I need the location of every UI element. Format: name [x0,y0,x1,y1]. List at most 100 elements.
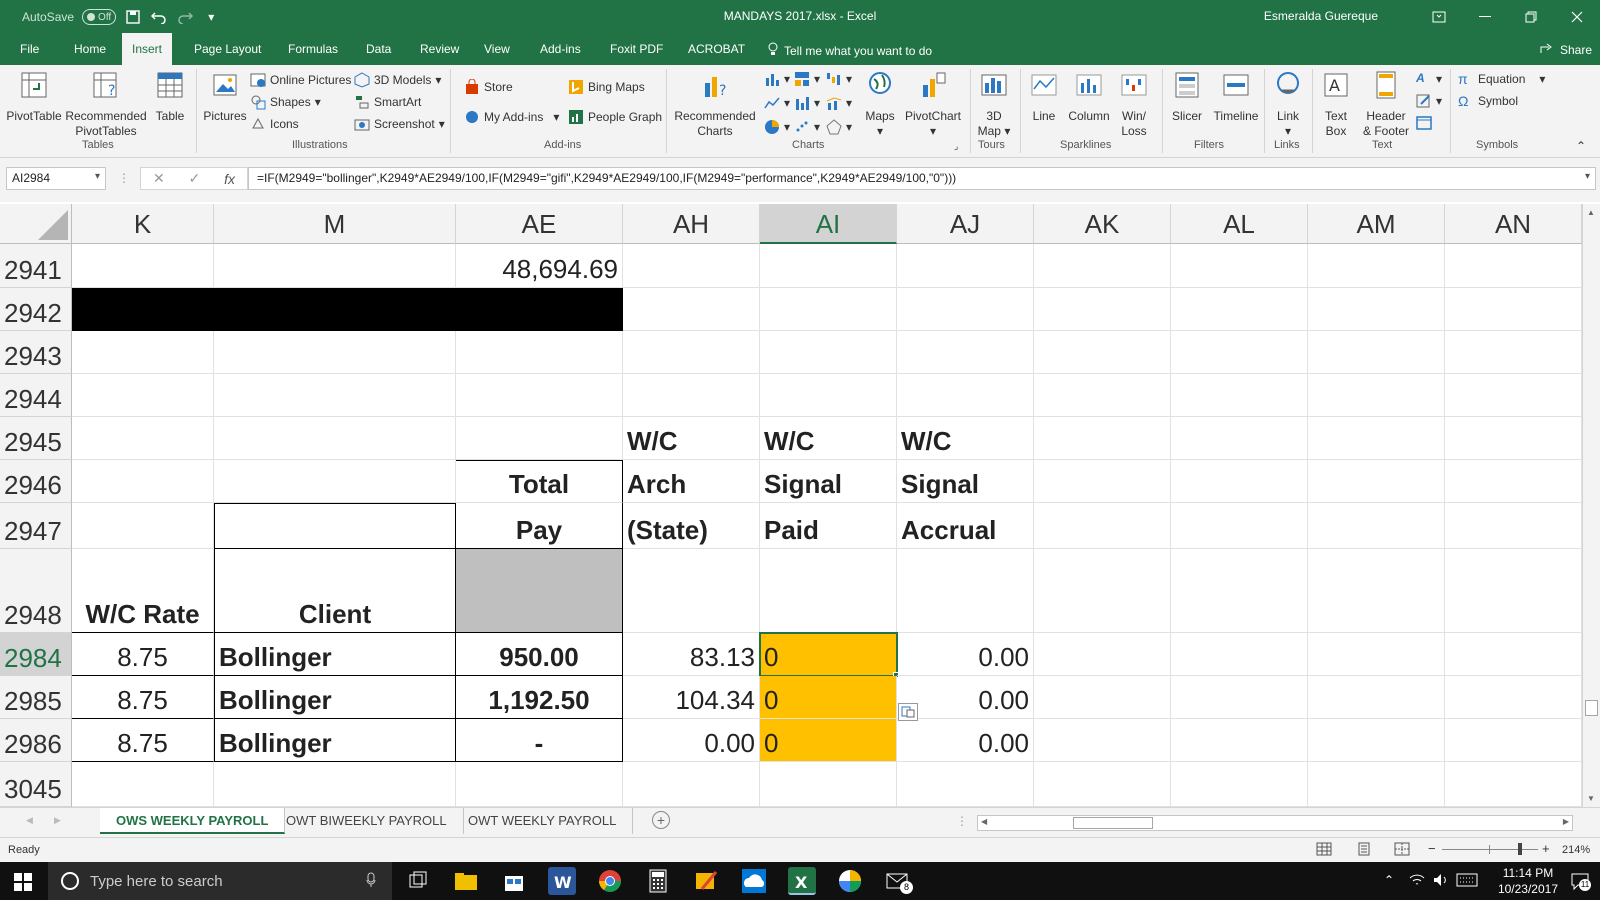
grid-cell[interactable] [1034,549,1171,633]
close-icon[interactable] [1554,0,1600,33]
chrome-icon[interactable] [596,867,624,895]
maps-button[interactable]: Maps ▾ [860,69,900,139]
grid-cell[interactable] [1034,762,1171,807]
sheet-tab-owt-weekly-payroll[interactable]: OWT WEEKLY PAYROLL [452,808,634,834]
store-button[interactable]: Store [464,78,513,95]
pivottable-button[interactable]: PivotTable [6,69,62,124]
grid-cell[interactable] [623,331,760,374]
grid-cell[interactable] [1308,676,1445,719]
cell-k2984[interactable]: 8.75 [72,633,214,676]
scroll-left-icon[interactable]: ◀ [981,817,987,826]
tab-data[interactable]: Data [356,33,401,65]
pivotchart-button[interactable]: PivotChart ▾ [902,69,964,139]
grid-cell[interactable] [897,331,1034,374]
column-header-al[interactable]: AL [1171,204,1308,244]
recommended-pivottables-button[interactable]: ? Recommended PivotTables [64,69,148,139]
grid-cell[interactable] [214,244,456,288]
grid-cell[interactable] [1034,288,1171,331]
cell-ah2947[interactable]: (State) [623,503,760,549]
row-header[interactable]: 2947 [0,503,72,549]
windows-start-icon[interactable] [14,873,32,894]
cell-ae2986[interactable]: - [456,719,623,762]
grid-cell[interactable] [456,331,623,374]
grid-cell[interactable] [1034,719,1171,762]
grid-cell[interactable] [1308,288,1445,331]
cell-ae2984[interactable]: 950.00 [456,633,623,676]
system-clock[interactable]: 11:14 PM 10/23/2017 [1498,865,1558,897]
grid-cell[interactable] [1308,549,1445,633]
grid-cell[interactable] [1034,331,1171,374]
cell-aj2986[interactable]: 0.00 [897,719,1034,762]
cell-m2948[interactable]: Client [214,549,456,633]
grid-cell[interactable] [456,374,623,417]
cell-ai2946[interactable]: Signal [760,460,897,503]
tab-file[interactable]: File [10,33,49,65]
onedrive-icon[interactable] [740,867,768,895]
cell-k2985[interactable]: 8.75 [72,676,214,719]
file-explorer-icon[interactable] [452,867,480,895]
grid-cell[interactable] [1308,762,1445,807]
grid-cell[interactable] [1445,503,1582,549]
grid-cell[interactable] [1171,374,1308,417]
grid-cell[interactable] [897,374,1034,417]
minimize-icon[interactable] [1462,0,1508,33]
tab-formulas[interactable]: Formulas [278,33,348,65]
scatter-chart-button[interactable]: ▾ [794,119,820,135]
grid-cell[interactable] [1171,549,1308,633]
screenshot-button[interactable]: Screenshot ▾ [354,116,445,132]
wordart-button[interactable]: A ▾ [1416,71,1442,87]
cell-ah2985[interactable]: 104.34 [623,676,760,719]
timeline-button[interactable]: Timeline [1208,69,1264,124]
grid-cell[interactable] [897,549,1034,633]
grid-cell[interactable] [1034,244,1171,288]
grid-cell[interactable] [1445,719,1582,762]
grid-cell[interactable] [214,460,456,503]
grid-cell[interactable] [1034,503,1171,549]
row-header[interactable]: 2945 [0,417,72,460]
grid-cell[interactable] [214,331,456,374]
my-add-ins-button[interactable]: My Add-ins ▾ [464,109,559,125]
paste-options-button[interactable] [898,703,918,721]
photos-app-icon[interactable] [836,867,864,895]
grid-cell[interactable] [1034,417,1171,460]
waterfall-chart-button[interactable]: ▾ [826,71,852,87]
tab-acrobat[interactable]: ACROBAT [678,33,755,65]
charts-dialog-launcher-icon[interactable]: ⌟ [954,141,958,152]
grid-cell[interactable] [897,288,1034,331]
action-center-icon[interactable]: 11 [1570,871,1591,894]
icons-button[interactable]: Icons [250,116,299,132]
cell-ai2947[interactable]: Paid [760,503,897,549]
grid-cell[interactable] [72,503,214,549]
grid-cell[interactable] [72,331,214,374]
column-header-an[interactable]: AN [1445,204,1582,244]
row-header[interactable]: 2946 [0,460,72,503]
grid-cell[interactable] [1445,549,1582,633]
grid-cell[interactable] [1308,460,1445,503]
row-header[interactable]: 2944 [0,374,72,417]
keyboard-icon[interactable] [1456,873,1478,890]
grid-cell[interactable] [1445,417,1582,460]
column-header-ai[interactable]: AI [760,204,897,244]
mail-icon[interactable]: 8 [884,867,913,895]
grid-cell[interactable] [1445,244,1582,288]
grid-cell[interactable] [760,244,897,288]
sparkline-column-button[interactable]: Column [1064,69,1114,124]
column-header-aj[interactable]: AJ [897,204,1034,244]
combo-chart-button[interactable]: ▾ [826,95,852,111]
statistic-chart-button[interactable]: ▾ [794,95,820,111]
symbol-button[interactable]: Ω Symbol [1458,93,1518,109]
grid-cell[interactable] [1171,288,1308,331]
column-header-ah[interactable]: AH [623,204,760,244]
grid-cell[interactable] [623,288,760,331]
grid-cell[interactable] [623,549,760,633]
column-header-ak[interactable]: AK [1034,204,1171,244]
name-box[interactable]: AI2984 ▾ [6,167,106,190]
slicer-button[interactable]: Slicer [1166,69,1208,124]
cell-m2947[interactable] [214,503,456,549]
header-footer-button[interactable]: Header & Footer [1358,69,1414,139]
grid-cell[interactable] [1171,719,1308,762]
expand-formula-bar-icon[interactable]: ▾ [1585,171,1590,182]
signature-line-button[interactable]: ▾ [1416,93,1442,109]
grid-cell[interactable] [623,244,760,288]
page-layout-view-icon[interactable] [1356,842,1372,859]
